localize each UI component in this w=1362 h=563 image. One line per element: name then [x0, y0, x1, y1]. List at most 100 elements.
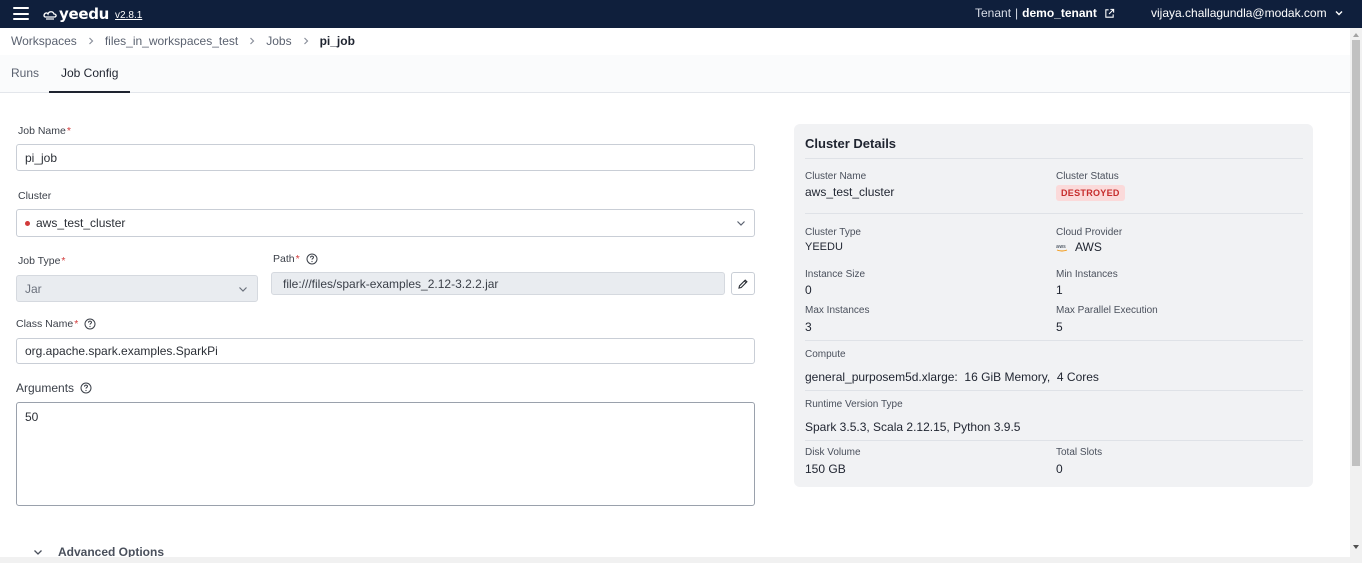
tenant-separator: |	[1015, 6, 1019, 20]
breadcrumb-current: pi_job	[319, 34, 355, 48]
max-parallel-execution-label: Max Parallel Execution	[1056, 305, 1158, 316]
required-marker: *	[74, 318, 79, 330]
chevron-down-icon	[737, 221, 745, 226]
job-name-input[interactable]: pi_job	[16, 144, 755, 171]
cluster-details-card: Cluster Details Cluster Name aws_test_cl…	[794, 124, 1313, 487]
job-name-label-text: Job Name	[18, 125, 66, 137]
cloud-provider-text: AWS	[1075, 240, 1102, 254]
instance-size-label: Instance Size	[805, 269, 866, 280]
min-instances-label: Min Instances	[1056, 269, 1118, 280]
runtime-version-type-value: Spark 3.5.3, Scala 2.12.15, Python 3.9.5	[805, 420, 1021, 434]
job-type-label: Job Type *	[18, 255, 66, 267]
total-slots-label: Total Slots	[1056, 447, 1103, 458]
required-marker: *	[295, 253, 300, 265]
cloud-provider-label: Cloud Provider	[1056, 227, 1123, 238]
arguments-label: Arguments	[16, 381, 92, 395]
arguments-label-text: Arguments	[16, 381, 75, 395]
chevron-right-icon	[303, 37, 308, 45]
chevron-right-icon	[250, 37, 255, 45]
divider	[805, 440, 1303, 441]
cluster-select-value: aws_test_cluster	[36, 216, 126, 230]
cloud-provider-value: aws AWS	[1056, 240, 1102, 254]
app-name: yeedu	[59, 5, 110, 23]
pencil-icon	[738, 278, 748, 289]
job-type-label-text: Job Type	[18, 255, 61, 267]
tenant-label: Tenant	[975, 6, 1012, 20]
scroll-down-arrow-icon[interactable]	[1352, 543, 1360, 551]
disk-volume-label: Disk Volume	[805, 447, 861, 458]
horizontal-scrollbar[interactable]	[0, 557, 1362, 563]
tenant-name[interactable]: demo_tenant	[1022, 6, 1097, 20]
min-instances-value: 1	[1056, 283, 1063, 297]
instance-size-value: 0	[805, 283, 812, 297]
top-navigation-bar: yeedu v2.8.1 Tenant | demo_tenant vijaya…	[0, 0, 1362, 28]
class-name-value: org.apache.spark.examples.SparkPi	[25, 344, 218, 358]
scrollbar-thumb[interactable]	[1352, 40, 1360, 466]
path-input[interactable]: file:///files/spark-examples_2.12-3.2.2.…	[271, 272, 725, 295]
svg-text:aws: aws	[1056, 244, 1066, 250]
cluster-details-title: Cluster Details	[805, 136, 897, 151]
chevron-down-icon	[239, 287, 247, 292]
compute-value: general_purposem5d.xlarge: 16 GiB Memory…	[805, 370, 1099, 384]
cluster-type-label: Cluster Type	[805, 227, 861, 238]
chevron-down-icon	[1335, 11, 1343, 16]
tab-runs[interactable]: Runs	[11, 66, 39, 80]
breadcrumb: Workspaces files_in_workspaces_test Jobs…	[11, 34, 355, 48]
disk-volume-value: 150 GB	[805, 462, 846, 476]
tab-bar	[0, 55, 1350, 93]
required-marker: *	[61, 255, 66, 267]
breadcrumb-workspace[interactable]: files_in_workspaces_test	[105, 34, 238, 48]
user-menu[interactable]: vijaya.challagundla@modak.com	[1151, 6, 1344, 20]
help-icon[interactable]	[306, 253, 318, 265]
menu-icon[interactable]	[13, 7, 29, 20]
cluster-name-label: Cluster Name	[805, 171, 867, 182]
help-icon[interactable]	[80, 382, 92, 394]
external-link-icon[interactable]	[1104, 8, 1115, 19]
cluster-label-text: Cluster	[18, 190, 52, 202]
status-badge: DESTROYED	[1056, 185, 1125, 201]
divider	[805, 390, 1303, 391]
max-parallel-execution-value: 5	[1056, 320, 1063, 334]
required-marker: *	[66, 125, 71, 137]
app-logo[interactable]: yeedu v2.8.1	[42, 4, 142, 24]
cluster-type-value: YEEDU	[805, 241, 843, 253]
cluster-select[interactable]: aws_test_cluster	[16, 209, 755, 237]
path-label: Path *	[273, 253, 318, 265]
aws-logo-icon: aws	[1056, 244, 1068, 251]
job-name-value: pi_job	[25, 150, 58, 165]
chevron-right-icon	[88, 37, 94, 45]
help-icon[interactable]	[84, 318, 96, 330]
compute-label: Compute	[805, 349, 846, 360]
path-label-text: Path	[273, 253, 295, 265]
job-type-value: Jar	[25, 281, 42, 296]
class-name-label-text: Class Name	[16, 318, 74, 330]
cluster-label: Cluster	[18, 190, 51, 202]
divider	[805, 158, 1303, 159]
tenant-switcher[interactable]: Tenant | demo_tenant	[975, 6, 1115, 20]
job-name-label: Job Name *	[18, 125, 71, 137]
chevron-down-icon	[34, 550, 42, 555]
app-version-link[interactable]: v2.8.1	[115, 10, 142, 21]
divider	[805, 213, 1303, 214]
breadcrumb-jobs[interactable]: Jobs	[266, 34, 291, 48]
breadcrumb-workspaces[interactable]: Workspaces	[11, 34, 77, 48]
cluster-status-label: Cluster Status	[1056, 171, 1119, 182]
class-name-label: Class Name *	[16, 318, 96, 330]
divider	[805, 340, 1303, 341]
yeedu-logo-icon	[43, 11, 57, 20]
path-value: file:///files/spark-examples_2.12-3.2.2.…	[283, 276, 499, 291]
cluster-name-value: aws_test_cluster	[805, 185, 895, 199]
max-instances-value: 3	[805, 320, 812, 334]
runtime-version-type-label: Runtime Version Type	[805, 399, 903, 410]
scroll-up-arrow-icon[interactable]	[1352, 31, 1360, 39]
class-name-input[interactable]: org.apache.spark.examples.SparkPi	[16, 338, 755, 364]
active-tab-indicator	[49, 91, 130, 93]
tab-job-config[interactable]: Job Config	[61, 66, 118, 80]
max-instances-label: Max Instances	[805, 305, 870, 316]
edit-path-button[interactable]	[731, 272, 755, 295]
job-type-select[interactable]: Jar	[16, 275, 258, 302]
user-email: vijaya.challagundla@modak.com	[1151, 6, 1327, 20]
arguments-textarea[interactable]: 50	[16, 402, 755, 506]
arguments-value: 50	[25, 410, 39, 424]
cluster-status-dot	[25, 220, 30, 226]
